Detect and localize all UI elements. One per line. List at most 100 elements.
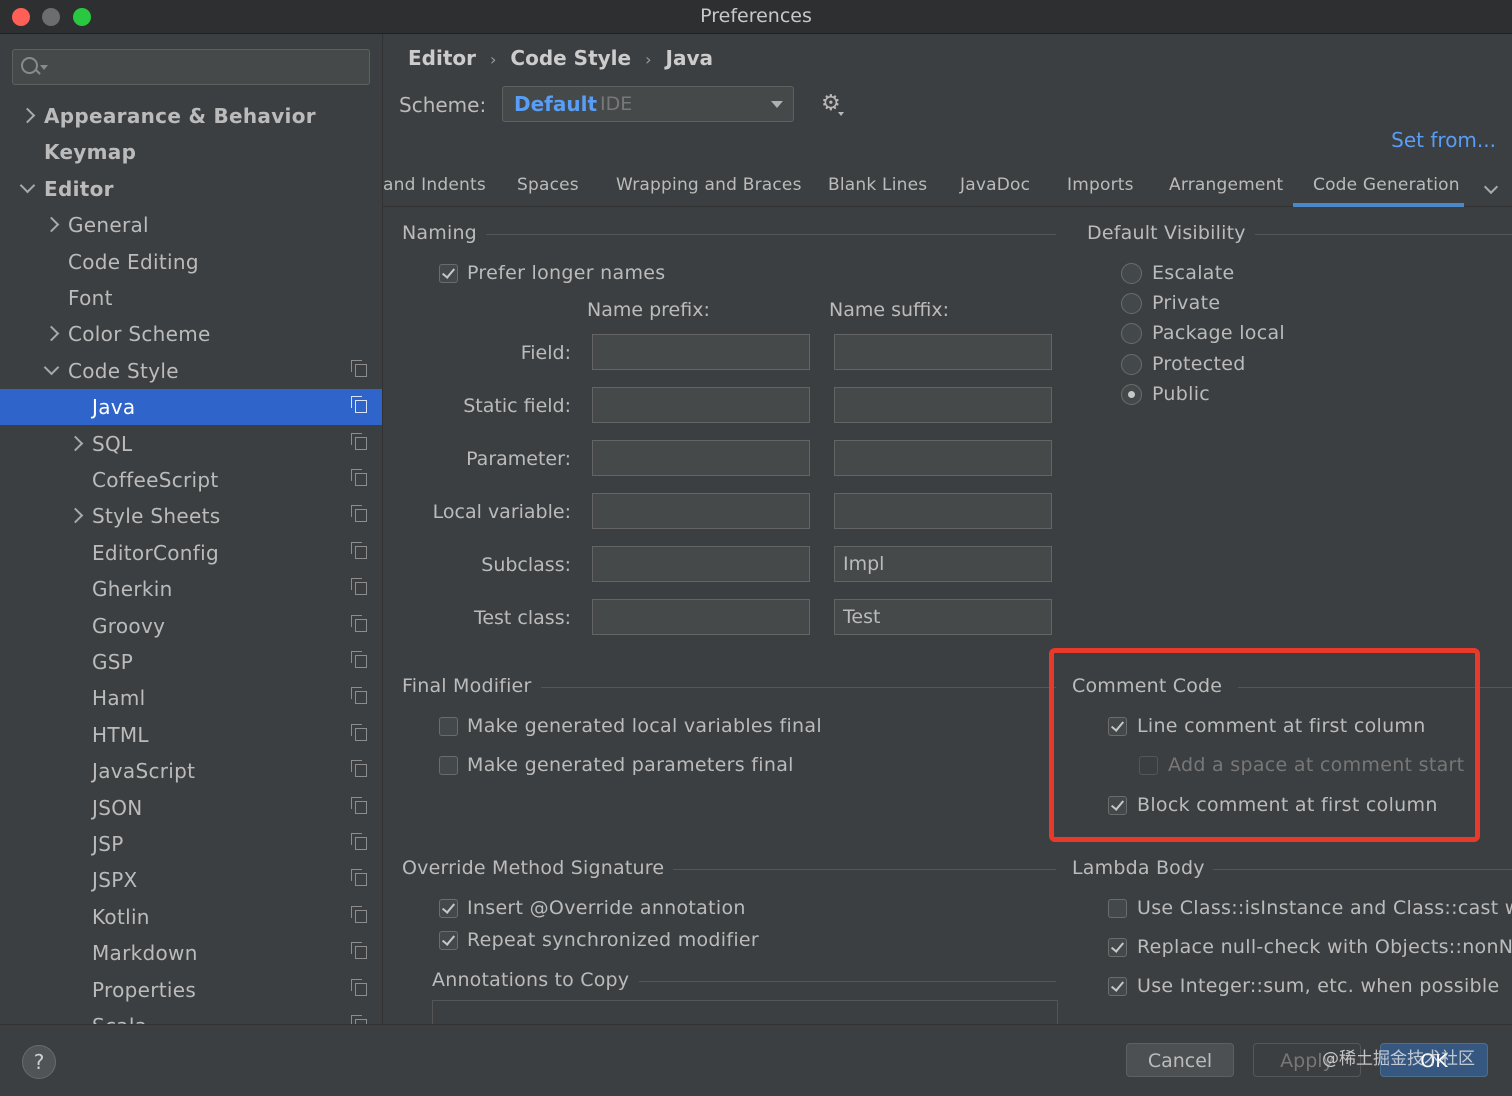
sidebar-item-keymap[interactable]: Keymap [0, 134, 382, 170]
static-field-prefix-input[interactable] [592, 387, 810, 423]
final-modifier-title: Final Modifier [402, 675, 532, 697]
search-options-dropdown-icon[interactable] [40, 65, 48, 70]
chevron-right-icon[interactable] [19, 107, 36, 124]
insert-override-checkbox[interactable] [439, 899, 458, 918]
test-class-prefix-input[interactable] [592, 599, 810, 635]
breadcrumb: Editor › Code Style › Java [408, 46, 713, 70]
local-variable-prefix-input[interactable] [592, 493, 810, 529]
use-integer-sum-checkbox[interactable] [1108, 977, 1127, 996]
use-class-isinstance-checkbox[interactable] [1108, 899, 1127, 918]
sidebar-item-html[interactable]: HTML [0, 717, 382, 753]
scheme-label: Scheme: [399, 93, 487, 117]
title-bar: Preferences [0, 0, 1512, 34]
project-scheme-copy-icon [351, 505, 367, 523]
sidebar-item-label: Properties [92, 977, 197, 1002]
tab-code-generation[interactable]: Code Generation [1293, 168, 1464, 207]
field-prefix-input[interactable] [592, 334, 810, 370]
chevron-down-icon[interactable] [19, 177, 36, 194]
breadcrumb-editor[interactable]: Editor [408, 46, 476, 70]
sidebar-item-groovy[interactable]: Groovy [0, 608, 382, 644]
set-from-link[interactable]: Set from... [1391, 128, 1496, 152]
breadcrumb-code-style[interactable]: Code Style [510, 46, 631, 70]
use-class-isinstance-label: Use Class::isInstance and Class::cast w [1137, 897, 1512, 919]
visibility-protected-radio[interactable] [1121, 354, 1142, 375]
tab-javadoc[interactable]: JavaDoc [960, 168, 1030, 206]
sidebar-item-label: JSPX [92, 868, 138, 893]
gear-icon[interactable]: ⚙ [821, 93, 844, 116]
sidebar-item-font[interactable]: Font [0, 280, 382, 316]
sidebar-item-javascript[interactable]: JavaScript [0, 753, 382, 789]
use-integer-sum-label: Use Integer::sum, etc. when possible [1137, 975, 1500, 997]
cancel-button[interactable]: Cancel [1126, 1043, 1234, 1077]
sidebar-item-kotlin[interactable]: Kotlin [0, 899, 382, 935]
project-scheme-copy-icon [351, 651, 367, 668]
sidebar-item-jsp[interactable]: JSP [0, 826, 382, 862]
parameter-suffix-input[interactable] [834, 440, 1052, 476]
sidebar-item-appearance-behavior[interactable]: Appearance & Behavior [0, 98, 382, 134]
sidebar-item-properties[interactable]: Properties [0, 972, 382, 1008]
chevron-right-icon[interactable] [67, 435, 84, 451]
sidebar-item-haml[interactable]: Haml [0, 680, 382, 716]
sidebar-item-color-scheme[interactable]: Color Scheme [0, 316, 382, 352]
sidebar-item-gherkin[interactable]: Gherkin [0, 571, 382, 607]
sidebar-item-label: Appearance & Behavior [44, 104, 316, 128]
visibility-public-radio[interactable] [1121, 384, 1142, 405]
sidebar-item-json[interactable]: JSON [0, 790, 382, 826]
test-class-suffix-input[interactable]: Test [834, 599, 1052, 635]
code-generation-panel: Naming Prefer longer names Name prefix: … [383, 207, 1512, 1024]
settings-search-input[interactable] [12, 49, 370, 85]
visibility-escalate-radio[interactable] [1121, 263, 1142, 284]
replace-null-check-checkbox[interactable] [1108, 938, 1127, 957]
sidebar-item-general[interactable]: General [0, 207, 382, 243]
sidebar-item-scala[interactable]: Scala [0, 1008, 382, 1024]
field-suffix-input[interactable] [834, 334, 1052, 370]
local-variable-suffix-input[interactable] [834, 493, 1052, 529]
chevron-right-icon[interactable] [43, 216, 60, 233]
sidebar-item-sql[interactable]: SQL [0, 426, 382, 462]
sidebar-item-code-style[interactable]: Code Style [0, 353, 382, 389]
sidebar-item-editorconfig[interactable]: EditorConfig [0, 535, 382, 571]
tab-tabs-and-indents[interactable]: and Indents [383, 168, 486, 206]
sidebar-item-gsp[interactable]: GSP [0, 644, 382, 680]
tab-arrangement[interactable]: Arrangement [1169, 168, 1283, 206]
subclass-suffix-input[interactable]: Impl [834, 546, 1052, 582]
scheme-select[interactable]: Default IDE [502, 86, 794, 122]
final-parameters-checkbox[interactable] [439, 756, 458, 775]
sidebar-item-java[interactable]: Java [0, 389, 382, 426]
field-label: Field: [520, 342, 571, 364]
visibility-package-local-radio[interactable] [1121, 323, 1142, 344]
repeat-synchronized-checkbox[interactable] [439, 931, 458, 950]
static-field-suffix-input[interactable] [834, 387, 1052, 423]
subclass-prefix-input[interactable] [592, 546, 810, 582]
subclass-label: Subclass: [481, 554, 571, 576]
help-button[interactable]: ? [22, 1045, 56, 1079]
sidebar-item-coffeescript[interactable]: CoffeeScript [0, 462, 382, 498]
sidebar-item-label: Color Scheme [68, 322, 211, 347]
annotations-to-copy-list[interactable] [432, 1000, 1058, 1024]
project-scheme-copy-icon [351, 905, 367, 923]
sidebar-item-label: Groovy [92, 613, 166, 638]
more-tabs-chevron-icon[interactable] [1483, 179, 1499, 195]
name-prefix-header: Name prefix: [587, 299, 710, 321]
tab-imports[interactable]: Imports [1067, 168, 1134, 206]
sidebar-item-code-editing[interactable]: Code Editing [0, 244, 382, 280]
chevron-right-icon[interactable] [43, 326, 60, 342]
parameter-prefix-input[interactable] [592, 440, 810, 476]
sidebar-item-label: GSP [92, 650, 134, 674]
sidebar-item-style-sheets[interactable]: Style Sheets [0, 498, 382, 534]
chevron-right-icon[interactable] [67, 508, 84, 524]
visibility-protected-label: Protected [1152, 353, 1246, 375]
tab-wrapping-and-braces[interactable]: Wrapping and Braces [616, 168, 802, 206]
sidebar-item-markdown[interactable]: Markdown [0, 935, 382, 971]
prefer-longer-names-checkbox[interactable] [439, 264, 458, 283]
sidebar-item-jspx[interactable]: JSPX [0, 862, 382, 898]
tab-blank-lines[interactable]: Blank Lines [828, 168, 927, 206]
sidebar-item-editor[interactable]: Editor [0, 171, 382, 207]
sidebar-item-label: Gherkin [92, 577, 173, 602]
final-local-variables-checkbox[interactable] [439, 717, 458, 736]
sidebar-item-label: Kotlin [92, 904, 150, 929]
visibility-private-radio[interactable] [1121, 293, 1142, 314]
chevron-down-icon[interactable] [43, 359, 60, 376]
sidebar-item-label: Code Style [68, 358, 179, 383]
tab-spaces[interactable]: Spaces [517, 168, 579, 206]
